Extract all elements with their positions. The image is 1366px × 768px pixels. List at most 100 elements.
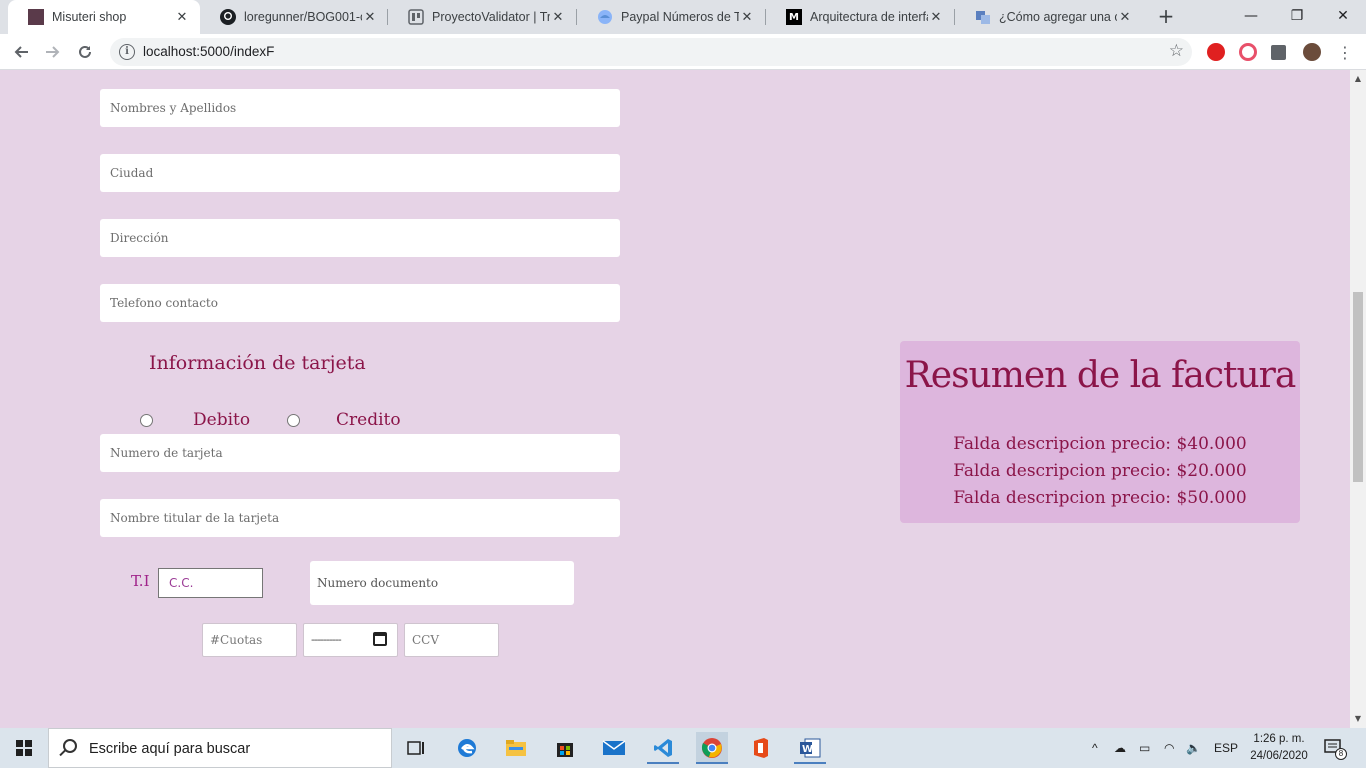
tab-stackoverflow-es[interactable]: ¿Cómo agregar una cap ✕	[955, 0, 1143, 34]
debit-radio[interactable]	[140, 414, 153, 427]
trello-icon	[408, 9, 424, 25]
invoice-summary-panel: Resumen de la factura Falda descripcion …	[900, 341, 1300, 523]
bookmark-star-icon[interactable]: ☆	[1169, 41, 1184, 61]
summary-item: Falda descripcion precio: $40.000	[953, 434, 1247, 454]
tab-trello[interactable]: ProyectoValidator | Trell ✕	[388, 0, 576, 34]
menu-dots-icon[interactable]: ⋮	[1332, 39, 1358, 65]
installments-input[interactable]	[202, 623, 297, 657]
address-input[interactable]	[100, 219, 620, 257]
search-icon	[63, 739, 77, 753]
tab-medium[interactable]: M Arquitectura de interfac ✕	[766, 0, 954, 34]
url-text[interactable]: localhost:5000/indexF	[143, 44, 274, 59]
language-indicator[interactable]: ESP	[1214, 728, 1238, 768]
close-tab-icon[interactable]: ✕	[928, 10, 944, 25]
new-tab-button[interactable]: +	[1155, 6, 1177, 28]
taskbar-clock[interactable]: 1:26 p. m. 24/06/2020	[1246, 731, 1312, 765]
svg-text:W: W	[802, 744, 813, 755]
medium-icon: M	[786, 9, 802, 25]
search-placeholder: Escribe aquí para buscar	[89, 741, 251, 757]
address-bar[interactable]: i localhost:5000/indexF ☆	[110, 38, 1192, 66]
profile-avatar[interactable]	[1303, 43, 1321, 61]
taskbar-search[interactable]: Escribe aquí para buscar	[48, 728, 392, 768]
puzzle-extensions-icon[interactable]	[1271, 45, 1286, 60]
github-icon	[220, 9, 236, 25]
close-tab-icon[interactable]: ✕	[362, 10, 378, 25]
browser-toolbar: i localhost:5000/indexF ☆ ⋮	[0, 34, 1366, 70]
scrollbar-thumb[interactable]	[1353, 292, 1363, 482]
back-arrow-icon[interactable]	[8, 39, 34, 65]
task-view-icon[interactable]	[400, 732, 432, 764]
site-info-icon[interactable]: i	[119, 44, 135, 60]
credit-radio[interactable]	[287, 414, 300, 427]
summary-item: Falda descripcion precio: $20.000	[953, 461, 1247, 481]
tab-title: ProyectoValidator | Trell	[432, 10, 550, 24]
extension-icon[interactable]	[1239, 43, 1257, 61]
forward-arrow-icon[interactable]	[40, 39, 66, 65]
onedrive-icon[interactable]: ☁	[1114, 728, 1126, 768]
scroll-up-arrow-icon[interactable]: ▲	[1353, 74, 1363, 83]
debit-label: Debito	[193, 410, 251, 430]
file-explorer-icon[interactable]	[500, 732, 532, 764]
mail-icon[interactable]	[598, 732, 630, 764]
notifications-icon[interactable]: 8	[1324, 728, 1347, 768]
reload-icon[interactable]	[72, 39, 98, 65]
tab-title: loregunner/BOG001-ca	[244, 10, 362, 24]
city-input[interactable]	[100, 154, 620, 192]
names-input[interactable]	[100, 89, 620, 127]
tab-title: Paypal Números de Tarj	[621, 10, 739, 24]
close-tab-icon[interactable]: ✕	[1117, 10, 1133, 25]
windows-taskbar: Escribe aquí para buscar W ^ ☁ ▭ ◠ 🔈 ESP…	[0, 728, 1366, 768]
word-icon[interactable]: W	[794, 732, 826, 764]
active-app-indicator	[647, 762, 679, 764]
card-section-title: Información de tarjeta	[149, 352, 366, 374]
doc-type-input[interactable]	[158, 568, 263, 598]
credit-label: Credito	[336, 410, 401, 430]
close-tab-icon[interactable]: ✕	[550, 10, 566, 25]
page-scrollbar[interactable]: ▲ ▼	[1350, 70, 1366, 728]
store-icon[interactable]	[549, 732, 581, 764]
edge-icon[interactable]	[451, 732, 483, 764]
battery-icon[interactable]: ▭	[1139, 728, 1150, 768]
clock-date: 24/06/2020	[1250, 750, 1308, 762]
volume-icon[interactable]: 🔈	[1186, 728, 1201, 768]
chrome-icon[interactable]	[696, 732, 728, 764]
close-window-button[interactable]: ✕	[1320, 0, 1366, 32]
tab-title: Misuteri shop	[52, 10, 127, 24]
browser-tab-bar: Misuteri shop ✕ loregunner/BOG001-ca ✕ P…	[0, 0, 1366, 34]
show-hidden-icons[interactable]: ^	[1092, 728, 1098, 768]
wifi-icon[interactable]: ◠	[1164, 728, 1174, 768]
summary-item: Falda descripcion precio: $50.000	[953, 488, 1247, 508]
active-app-indicator	[794, 762, 826, 764]
active-app-indicator	[696, 762, 728, 764]
card-number-input[interactable]	[100, 434, 620, 472]
translate-icon	[975, 9, 991, 25]
misuteri-favicon-icon	[28, 9, 44, 25]
tab-paypal[interactable]: Paypal Números de Tarj ✕	[577, 0, 765, 34]
doc-type-label: T.I	[131, 572, 150, 590]
office-icon[interactable]	[745, 732, 777, 764]
tab-github[interactable]: loregunner/BOG001-ca ✕	[200, 0, 388, 34]
ccv-input[interactable]	[404, 623, 499, 657]
close-tab-icon[interactable]: ✕	[174, 10, 190, 25]
summary-title: Resumen de la factura	[904, 355, 1297, 396]
expiry-date-input[interactable]: ----------	[303, 623, 398, 657]
date-placeholder: ----------	[311, 633, 342, 646]
page-content: Información de tarjeta Debito Credito T.…	[0, 70, 1350, 728]
card-holder-input[interactable]	[100, 499, 620, 537]
windows-logo-icon	[16, 740, 32, 756]
adblock-extension-icon[interactable]	[1207, 43, 1225, 61]
doc-number-input[interactable]	[310, 561, 574, 605]
close-tab-icon[interactable]: ✕	[739, 10, 755, 25]
calendar-icon[interactable]	[373, 632, 387, 646]
tab-misuteri-shop[interactable]: Misuteri shop ✕	[8, 0, 200, 34]
phone-input[interactable]	[100, 284, 620, 322]
paypal-globe-icon	[597, 9, 613, 25]
vscode-icon[interactable]	[647, 732, 679, 764]
tab-title: Arquitectura de interfac	[810, 10, 928, 24]
restore-button[interactable]: ❐	[1274, 0, 1320, 32]
minimize-button[interactable]: —	[1228, 0, 1274, 32]
clock-time: 1:26 p. m.	[1253, 733, 1305, 745]
tab-title: ¿Cómo agregar una cap	[999, 10, 1117, 24]
start-button[interactable]	[0, 728, 48, 768]
scroll-down-arrow-icon[interactable]: ▼	[1353, 714, 1363, 723]
